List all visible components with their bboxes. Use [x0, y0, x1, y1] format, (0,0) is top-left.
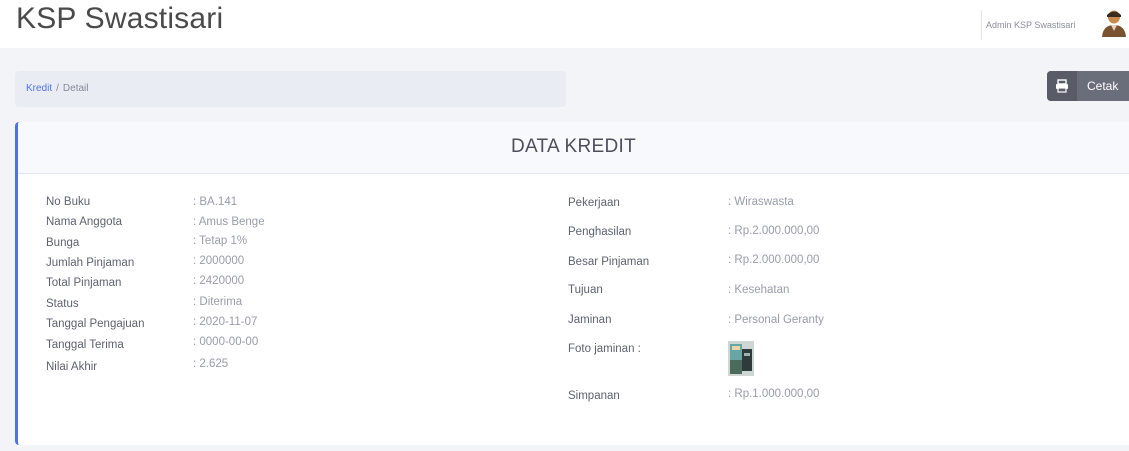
field-label-besar-pinjaman: Besar Pinjaman — [568, 256, 650, 268]
field-value-pekerjaan: : Wiraswasta — [728, 196, 794, 208]
breadcrumb-current: Detail — [62, 83, 89, 94]
card-title: DATA KREDIT — [510, 136, 637, 157]
main-content: Kredit / Detail Cetak DATA KREDIT No Buku … — [0, 48, 1129, 451]
field-value-tanggal-terima: : 0000-00-00 — [193, 336, 259, 348]
user-avatar-icon[interactable] — [1101, 9, 1127, 37]
field-value-nama-anggota: : Amus Benge — [193, 216, 265, 228]
field-label-bunga: Bunga — [46, 237, 80, 249]
field-value-no-buku: : BA.141 — [193, 196, 238, 208]
field-label-jumlah-pinjaman: Jumlah Pinjaman — [46, 257, 135, 269]
field-label-tanggal-pengajuan: Tanggal Pengajuan — [46, 318, 145, 330]
field-label-pekerjaan: Pekerjaan — [568, 197, 620, 209]
print-button[interactable]: Cetak — [1047, 71, 1129, 101]
field-label-tanggal-terima: Tanggal Terima — [46, 339, 124, 351]
field-label-total-pinjaman: Total Pinjaman — [46, 277, 122, 289]
breadcrumb-separator: / — [56, 83, 59, 94]
field-label-jaminan: Jaminan — [568, 314, 612, 326]
collateral-photo-thumbnail[interactable] — [728, 341, 754, 376]
field-value-nilai-akhir: : 2.625 — [193, 358, 229, 370]
credit-detail-card: DATA KREDIT No Buku : BA.141 Nama Anggot… — [15, 122, 1129, 445]
topbar: KSP Swastisari Admin KSP Swastisari — [0, 0, 1129, 48]
field-label-nama-anggota: Nama Anggota — [46, 216, 123, 228]
field-value-bunga: : Tetap 1% — [193, 235, 248, 247]
print-button-label: Cetak — [1087, 79, 1119, 93]
printer-icon — [1047, 71, 1077, 101]
field-label-no-buku: No Buku — [46, 196, 91, 208]
field-value-besar-pinjaman: : Rp.2.000.000,00 — [728, 254, 820, 266]
card-header: DATA KREDIT — [18, 122, 1129, 174]
field-value-jumlah-pinjaman: : 2000000 — [193, 255, 245, 267]
field-label-tujuan: Tujuan — [568, 284, 603, 296]
field-value-status: : Diterima — [193, 296, 243, 308]
topbar-divider — [981, 10, 982, 40]
field-label-status: Status — [46, 298, 79, 310]
field-label-penghasilan: Penghasilan — [568, 226, 632, 238]
field-value-total-pinjaman: : 2420000 — [193, 275, 245, 287]
breadcrumb-kredit-link[interactable]: Kredit — [26, 83, 52, 94]
field-label-nilai-akhir: Nilai Akhir — [46, 361, 98, 373]
field-value-tujuan: : Kesehatan — [728, 284, 790, 296]
breadcrumb: Kredit / Detail — [15, 71, 566, 107]
user-name[interactable]: Admin KSP Swastisari — [986, 20, 1075, 30]
field-value-jaminan: : Personal Geranty — [728, 314, 824, 326]
brand-title[interactable]: KSP Swastisari — [16, 2, 223, 36]
field-value-penghasilan: : Rp.2.000.000,00 — [728, 225, 820, 237]
field-value-tanggal-pengajuan: : 2020-11-07 — [193, 316, 258, 328]
field-label-foto-jaminan: Foto jaminan : — [568, 343, 641, 355]
field-label-simpanan: Simpanan — [568, 390, 620, 402]
field-value-simpanan: : Rp.1.000.000,00 — [728, 388, 820, 400]
